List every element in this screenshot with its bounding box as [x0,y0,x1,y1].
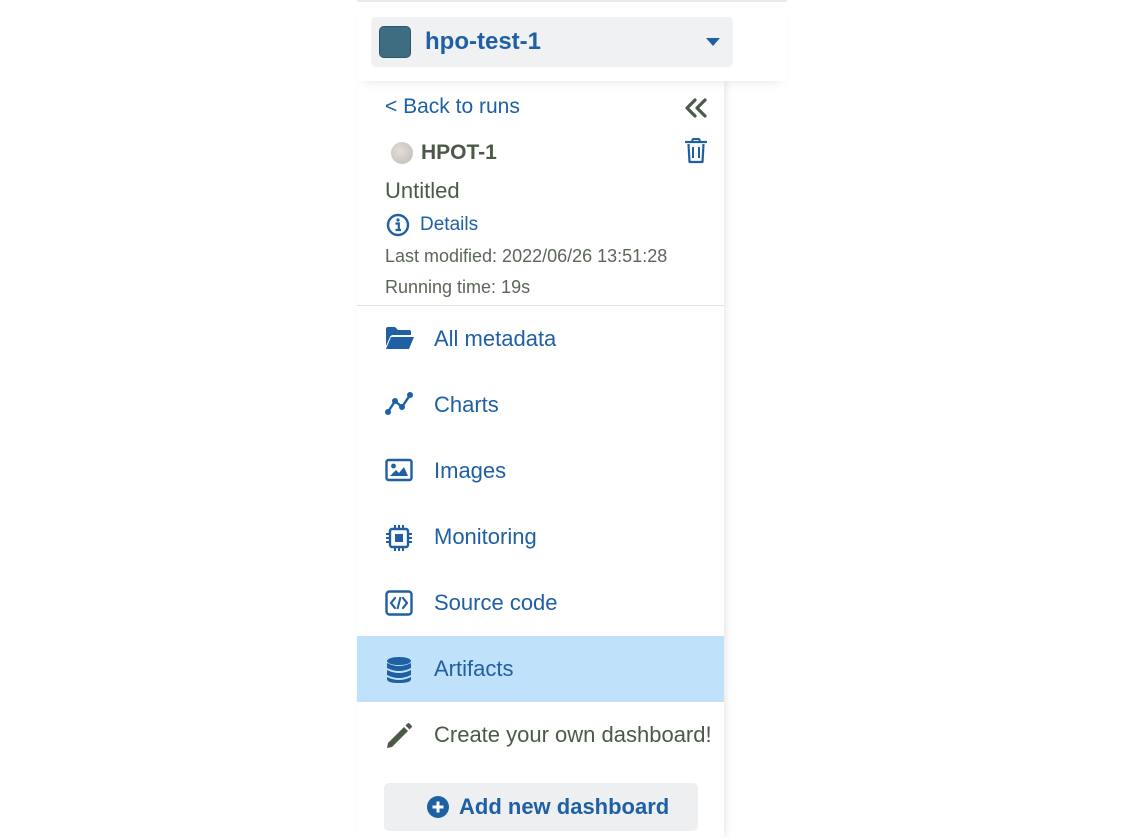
project-color-swatch [379,26,411,58]
app-stage: hpo-test-1 < Back to runs HPOT-1 Untitle… [0,0,1145,838]
nav-item-source-code[interactable]: Source code [357,570,724,636]
nav-item-monitoring[interactable]: Monitoring [357,504,724,570]
folder-open-icon [385,326,414,352]
chevron-down-icon [706,38,720,46]
run-nav: All metadata Charts Images Monitoring So… [357,306,724,768]
plus-circle-icon [427,796,449,818]
info-icon[interactable] [386,213,410,237]
nav-label: Source code [434,590,558,615]
nav-label: Artifacts [434,656,514,681]
running-time-text: Running time: 19s [385,277,531,297]
cpu-chip-icon [385,524,413,551]
project-header: hpo-test-1 [357,0,787,81]
back-to-runs-link[interactable]: < Back to runs [385,93,520,121]
collapse-sidebar-icon[interactable] [683,97,709,119]
details-link[interactable]: Details [420,212,478,238]
nav-label: Charts [434,392,499,417]
nav-item-all-metadata[interactable]: All metadata [357,306,724,372]
add-dashboard-label: Add new dashboard [459,794,670,819]
run-title: Untitled [385,178,460,203]
nav-label: Monitoring [434,524,537,549]
add-new-dashboard-button[interactable]: Add new dashboard [384,783,698,831]
project-name: hpo-test-1 [425,28,541,55]
nav-label: Create your own dashboard! [434,722,712,747]
project-selector[interactable]: hpo-test-1 [371,17,733,67]
database-icon [385,656,413,683]
nav-item-images[interactable]: Images [357,438,724,504]
nav-label: Images [434,458,507,483]
pencil-icon [385,722,413,748]
code-icon [385,590,413,616]
trash-icon[interactable] [685,138,707,164]
run-sidebar: < Back to runs HPOT-1 Untitled Details L… [357,79,724,838]
nav-item-create-dashboard[interactable]: Create your own dashboard! [357,702,724,768]
nav-label: All metadata [434,326,557,351]
nav-item-artifacts[interactable]: Artifacts [357,636,724,702]
nav-item-charts[interactable]: Charts [357,372,724,438]
run-id: HPOT-1 [421,141,497,164]
run-info-panel: < Back to runs HPOT-1 Untitled Details L… [357,79,724,306]
run-status-dot [391,142,413,164]
last-modified-text: Last modified: 2022/06/26 13:51:28 [385,246,668,266]
image-icon [385,458,413,484]
line-chart-icon [385,392,413,418]
